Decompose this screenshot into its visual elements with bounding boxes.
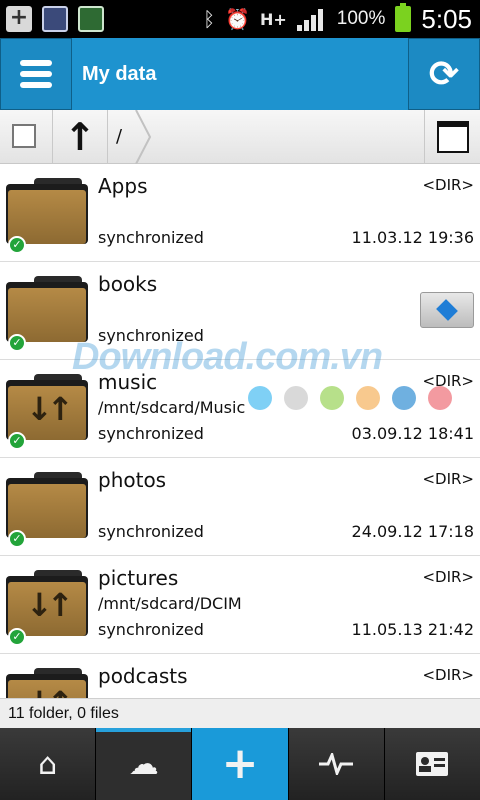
- home-icon: ⌂: [38, 746, 58, 782]
- contacts-tab[interactable]: [384, 728, 480, 800]
- list-item[interactable]: ✓ books synchronized: [0, 262, 480, 360]
- home-tab[interactable]: ⌂: [0, 728, 97, 800]
- sync-folder-icon: ↓↑: [6, 374, 88, 440]
- folder-icon: [6, 178, 88, 244]
- file-name: Apps: [98, 174, 148, 198]
- add-notification-icon: +: [6, 6, 32, 32]
- file-name: music: [98, 370, 158, 394]
- cloud-tab[interactable]: ☁: [96, 728, 193, 800]
- file-type: <DIR>: [422, 372, 474, 390]
- refresh-icon: ⟳: [428, 53, 460, 95]
- synced-check-icon: ✓: [8, 334, 26, 352]
- sync-folder-icon: ↓↑: [6, 570, 88, 636]
- network-type-label: H+: [259, 9, 287, 29]
- dropbox-icon: [436, 299, 458, 321]
- synced-check-icon: ✓: [8, 432, 26, 450]
- sync-arrows-icon: ↓↑: [26, 390, 74, 428]
- page-title: My data: [82, 63, 157, 85]
- sync-status: synchronized: [98, 424, 204, 443]
- action-bar: My data ⟳: [0, 38, 480, 110]
- folder-icon: [6, 276, 88, 342]
- list-item[interactable]: ↓↑ ✓ music /mnt/sdcard/Music synchronize…: [0, 360, 480, 458]
- file-type: <DIR>: [422, 666, 474, 684]
- folder-summary: 11 folder, 0 files: [0, 698, 480, 728]
- file-name: podcasts: [98, 664, 188, 688]
- synced-check-icon: ✓: [8, 628, 26, 646]
- battery-icon: [395, 3, 412, 32]
- sync-status: synchronized: [98, 228, 204, 247]
- cloud-icon: ☁: [128, 746, 159, 782]
- list-item[interactable]: ✓ Apps synchronized <DIR> 11.03.12 19:36: [0, 164, 480, 262]
- add-button[interactable]: +: [192, 728, 289, 800]
- spreadsheet-notification-icon: [78, 6, 104, 32]
- file-name: books: [98, 272, 158, 296]
- breadcrumb-chevron-icon: [135, 110, 152, 164]
- file-name: photos: [98, 468, 167, 492]
- status-bar: + ᛒ ⏰ H+ 100% 5:05: [0, 0, 480, 38]
- clock-time: 5:05: [421, 3, 472, 34]
- local-path: /mnt/sdcard/Music: [98, 398, 246, 417]
- sync-folder-icon: ↓↑: [6, 668, 88, 698]
- hamburger-icon: [20, 55, 52, 93]
- battery-percent: 100%: [336, 8, 386, 29]
- signal-strength-icon: [296, 7, 327, 31]
- sync-arrows-icon: ↓↑: [26, 586, 74, 624]
- activity-tab[interactable]: [288, 728, 385, 800]
- system-icons: ᛒ ⏰ H+ 100% 5:05: [203, 3, 472, 34]
- select-all-checkbox[interactable]: [12, 124, 36, 148]
- path-bar: ↑ /: [0, 110, 480, 164]
- synced-check-icon: ✓: [8, 530, 26, 548]
- file-name: pictures: [98, 566, 179, 590]
- cloud-share-button[interactable]: [420, 292, 474, 328]
- list-item[interactable]: ↓↑ ✓ pictures /mnt/sdcard/DCIM synchroni…: [0, 556, 480, 654]
- plus-icon: +: [221, 738, 259, 789]
- file-date: 03.09.12 18:41: [351, 424, 474, 443]
- file-type: <DIR>: [422, 470, 474, 488]
- window-icon: [436, 121, 469, 153]
- sync-status: synchronized: [98, 326, 204, 345]
- up-directory-button[interactable]: ↑: [52, 110, 108, 164]
- file-date: 11.03.12 19:36: [351, 228, 474, 247]
- local-path: /mnt/sdcard/DCIM: [98, 594, 242, 613]
- notification-icons: +: [6, 6, 104, 32]
- folder-icon: [6, 472, 88, 538]
- bottom-navigation: ⌂ ☁ +: [0, 728, 480, 800]
- bluetooth-icon: ᛒ: [203, 7, 216, 31]
- alarm-clock-icon: ⏰: [225, 7, 250, 31]
- contact-card-icon: [416, 752, 449, 776]
- document-notification-icon: [42, 6, 68, 32]
- synced-check-icon: ✓: [8, 236, 26, 254]
- file-type: <DIR>: [422, 568, 474, 586]
- sync-status: synchronized: [98, 620, 204, 639]
- activity-pulse-icon: [319, 753, 354, 775]
- sync-status: synchronized: [98, 522, 204, 541]
- up-arrow-icon: ↑: [64, 115, 96, 159]
- file-list: ✓ Apps synchronized <DIR> 11.03.12 19:36…: [0, 164, 480, 698]
- breadcrumb-path[interactable]: /: [116, 110, 122, 164]
- file-date: 11.05.13 21:42: [351, 620, 474, 639]
- file-type: <DIR>: [422, 176, 474, 194]
- sync-arrows-icon: ↓↑: [26, 684, 74, 698]
- window-mode-button[interactable]: [424, 110, 480, 164]
- file-date: 24.09.12 17:18: [351, 522, 474, 541]
- list-item[interactable]: ✓ photos synchronized <DIR> 24.09.12 17:…: [0, 458, 480, 556]
- menu-button[interactable]: [0, 38, 72, 110]
- refresh-button[interactable]: ⟳: [408, 38, 480, 110]
- list-item[interactable]: ↓↑ podcasts <DIR>: [0, 654, 480, 698]
